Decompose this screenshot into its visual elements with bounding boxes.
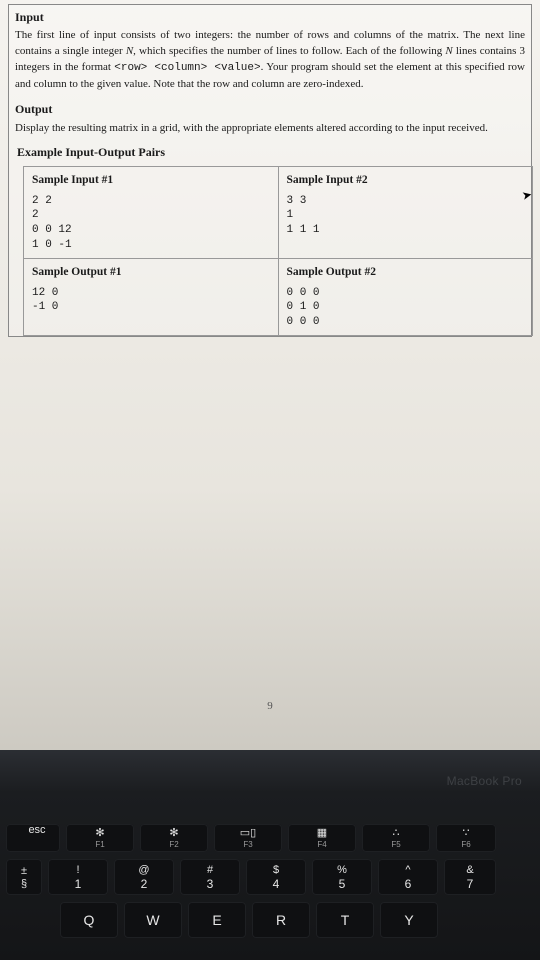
launchpad-icon: ▦ bbox=[317, 828, 327, 839]
var-N: N bbox=[445, 45, 452, 57]
key-sym: § bbox=[21, 878, 27, 890]
key-1[interactable]: !1 bbox=[48, 859, 108, 895]
key-label: Q bbox=[84, 912, 95, 928]
key-section[interactable]: ±§ bbox=[6, 859, 42, 895]
examples-heading: Example Input-Output Pairs bbox=[17, 144, 525, 161]
sample-output-2-head: Sample Output #2 bbox=[287, 264, 525, 281]
key-label: F3 bbox=[243, 840, 252, 849]
kb-brightness-down-icon: ∴ bbox=[393, 828, 400, 839]
key-sym: % bbox=[337, 865, 347, 876]
key-5[interactable]: %5 bbox=[312, 859, 372, 895]
key-7[interactable]: &7 bbox=[444, 859, 496, 895]
key-label: F4 bbox=[317, 840, 326, 849]
laptop-body: MacBook Pro esc ✻F1 ✻F2 ▭▯F3 ▦F4 ∴F5 ∵F6… bbox=[0, 750, 540, 960]
kb-brightness-up-icon: ∵ bbox=[463, 828, 470, 839]
key-f6[interactable]: ∵F6 bbox=[436, 824, 496, 852]
key-sym: ± bbox=[21, 865, 27, 877]
key-sym: ! bbox=[76, 865, 79, 876]
brightness-up-icon: ✻ bbox=[169, 828, 178, 839]
key-esc[interactable]: esc bbox=[6, 824, 60, 852]
sample-output-2: 0 0 0 0 1 0 0 0 0 bbox=[287, 286, 525, 331]
key-label: W bbox=[146, 912, 159, 928]
format-code: <row> <column> <value> bbox=[114, 62, 260, 74]
sample-input-1-head: Sample Input #1 bbox=[32, 172, 270, 189]
keyboard: esc ✻F1 ✻F2 ▭▯F3 ▦F4 ∴F5 ∵F6 ±§ !1 @2 #3… bbox=[0, 824, 540, 945]
key-label: Y bbox=[404, 912, 413, 928]
key-sym: # bbox=[207, 865, 213, 876]
key-label: F5 bbox=[391, 840, 400, 849]
key-label: esc bbox=[28, 824, 45, 836]
key-f1[interactable]: ✻F1 bbox=[66, 824, 134, 852]
key-num: 6 bbox=[405, 878, 412, 890]
key-label: T bbox=[341, 912, 350, 928]
brightness-down-icon: ✻ bbox=[95, 828, 104, 839]
sample-cell: Sample Input #1 2 2 2 0 0 12 1 0 -1 bbox=[24, 166, 279, 258]
key-label: E bbox=[212, 912, 221, 928]
key-t[interactable]: T bbox=[316, 902, 374, 938]
key-label: F1 bbox=[95, 840, 104, 849]
key-y[interactable]: Y bbox=[380, 902, 438, 938]
key-6[interactable]: ^6 bbox=[378, 859, 438, 895]
samples-table: Sample Input #1 2 2 2 0 0 12 1 0 -1 Samp… bbox=[23, 166, 533, 336]
document-screen: Input The first line of input consists o… bbox=[0, 0, 540, 750]
sample-cell: Sample Output #2 0 0 0 0 1 0 0 0 0 bbox=[278, 258, 533, 335]
key-num: 3 bbox=[207, 878, 214, 890]
input-heading: Input bbox=[15, 9, 525, 26]
key-sym: @ bbox=[138, 865, 149, 876]
input-description: The first line of input consists of two … bbox=[15, 28, 525, 93]
sample-output-1-head: Sample Output #1 bbox=[32, 264, 270, 281]
key-label: R bbox=[276, 912, 286, 928]
sample-output-1: 12 0 -1 0 bbox=[32, 286, 270, 316]
sample-input-2: 3 3 1 1 1 1 bbox=[287, 194, 525, 239]
key-num: 2 bbox=[141, 878, 148, 890]
sample-cell: Sample Input #2 3 3 1 1 1 1 bbox=[278, 166, 533, 258]
output-description: Display the resulting matrix in a grid, … bbox=[15, 121, 525, 137]
key-sym: ^ bbox=[405, 865, 410, 876]
key-f2[interactable]: ✻F2 bbox=[140, 824, 208, 852]
key-num: 7 bbox=[467, 878, 474, 890]
brand-label: MacBook Pro bbox=[447, 774, 522, 788]
key-3[interactable]: #3 bbox=[180, 859, 240, 895]
key-4[interactable]: $4 bbox=[246, 859, 306, 895]
problem-box: Input The first line of input consists o… bbox=[8, 4, 532, 337]
key-label: F2 bbox=[169, 840, 178, 849]
sample-input-1: 2 2 2 0 0 12 1 0 -1 bbox=[32, 194, 270, 253]
page-number: 9 bbox=[267, 700, 273, 712]
key-num: 5 bbox=[339, 878, 346, 890]
key-f3[interactable]: ▭▯F3 bbox=[214, 824, 282, 852]
number-row: ±§ !1 @2 #3 $4 %5 ^6 &7 bbox=[0, 859, 540, 895]
key-sym: & bbox=[466, 865, 473, 876]
key-num: 1 bbox=[75, 878, 82, 890]
key-num: 4 bbox=[273, 878, 280, 890]
key-sym: $ bbox=[273, 865, 279, 876]
key-q[interactable]: Q bbox=[60, 902, 118, 938]
key-f4[interactable]: ▦F4 bbox=[288, 824, 356, 852]
key-r[interactable]: R bbox=[252, 902, 310, 938]
output-heading: Output bbox=[15, 101, 525, 118]
key-label: F6 bbox=[461, 840, 470, 849]
text: , which specifies the number of lines to… bbox=[133, 45, 445, 57]
letter-row: Q W E R T Y bbox=[0, 902, 540, 938]
key-w[interactable]: W bbox=[124, 902, 182, 938]
fn-row: esc ✻F1 ✻F2 ▭▯F3 ▦F4 ∴F5 ∵F6 bbox=[0, 824, 540, 852]
mission-control-icon: ▭▯ bbox=[240, 828, 256, 839]
key-e[interactable]: E bbox=[188, 902, 246, 938]
sample-cell: Sample Output #1 12 0 -1 0 bbox=[24, 258, 279, 335]
key-2[interactable]: @2 bbox=[114, 859, 174, 895]
key-f5[interactable]: ∴F5 bbox=[362, 824, 430, 852]
sample-input-2-head: Sample Input #2 bbox=[287, 172, 525, 189]
